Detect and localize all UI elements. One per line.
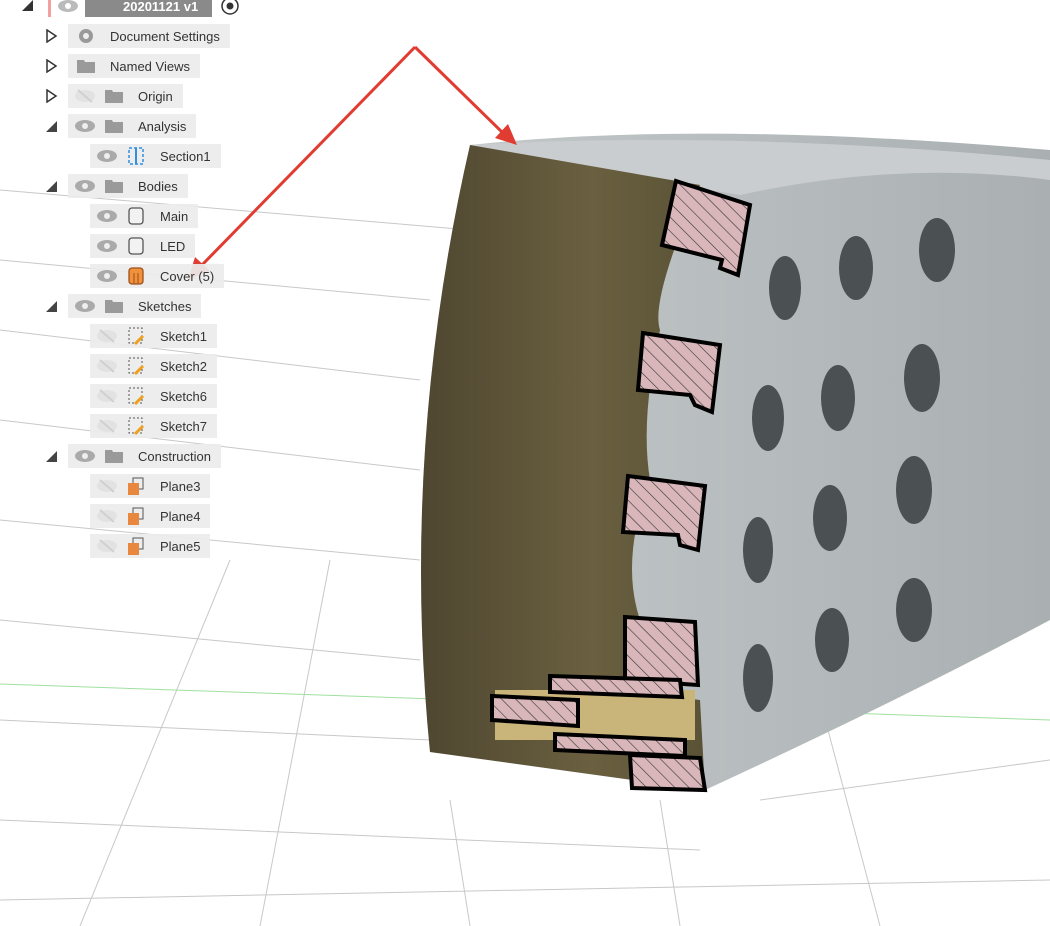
gear-icon [79, 29, 93, 43]
browser-item[interactable]: LED [90, 234, 196, 258]
browser-item-label: Bodies [138, 178, 178, 194]
eye-hidden-icon[interactable] [96, 419, 118, 433]
eye-hidden-icon[interactable] [96, 509, 118, 523]
collapse-triangle-icon[interactable] [44, 179, 58, 193]
browser-item[interactable]: Origin [68, 84, 183, 108]
browser-item-label: Sketch7 [160, 418, 207, 434]
browser-item[interactable]: Sketches [68, 294, 202, 318]
folder-icon [105, 90, 123, 103]
browser-item-label: Analysis [138, 118, 187, 134]
expand-triangle-icon[interactable] [44, 59, 58, 73]
plane-icon [128, 537, 144, 555]
sketch-icon [128, 357, 145, 376]
folder-icon [105, 180, 123, 193]
browser-item-label: Main [160, 208, 189, 224]
browser-item-label: Sketch2 [160, 358, 207, 374]
sketch-icon [128, 327, 145, 346]
browser-item-label: Plane4 [160, 508, 201, 524]
browser-item-label: Plane3 [160, 478, 201, 494]
plane-icon [128, 477, 144, 495]
collapse-triangle-icon[interactable] [44, 119, 58, 133]
body-icon [128, 237, 144, 255]
browser-item[interactable]: Main [90, 204, 199, 228]
model-cover-section[interactable] [421, 133, 1050, 793]
folder-icon [105, 120, 123, 133]
section-icon [128, 147, 144, 165]
folder-icon [105, 300, 123, 313]
collapse-triangle-icon[interactable] [44, 449, 58, 463]
browser-item[interactable]: Plane5 [90, 534, 211, 558]
browser-item-label: Sketches [138, 298, 192, 314]
browser-item[interactable]: Plane4 [90, 504, 211, 528]
browser-item[interactable]: Bodies [68, 174, 188, 198]
browser-item-label: Construction [138, 448, 211, 464]
browser-item-label: Plane5 [160, 538, 201, 554]
eye-hidden-icon[interactable] [96, 389, 118, 403]
plane-icon [128, 507, 144, 525]
root-component-name: 20201121 v1 [85, 0, 213, 17]
eye-icon[interactable] [74, 119, 96, 133]
browser-item[interactable]: Sketch7 [90, 414, 217, 438]
browser-item[interactable]: Document Settings [68, 24, 230, 48]
collapse-triangle-icon[interactable] [44, 299, 58, 313]
eye-hidden-icon[interactable] [96, 479, 118, 493]
eye-hidden-icon[interactable] [74, 89, 96, 103]
eye-hidden-icon[interactable] [96, 539, 118, 553]
expand-triangle-icon[interactable] [44, 89, 58, 103]
browser-item-label: Cover (5) [160, 268, 215, 284]
browser-item-label: Section1 [160, 148, 211, 164]
browser-item-label: Sketch6 [160, 388, 207, 404]
expand-triangle-icon[interactable] [44, 29, 58, 43]
browser-item[interactable]: Cover (5) [90, 264, 225, 288]
body-orange-icon [128, 267, 144, 285]
browser-item[interactable]: Section1 [90, 144, 221, 168]
sketch-icon [128, 387, 145, 406]
body-icon [128, 207, 144, 225]
eye-icon[interactable] [74, 179, 96, 193]
eye-icon[interactable] [96, 269, 118, 283]
browser-item[interactable]: Plane3 [90, 474, 211, 498]
browser-item[interactable]: Sketch1 [90, 324, 217, 348]
browser-item-label: Origin [138, 88, 173, 104]
activate-radio-icon[interactable] [220, 0, 240, 16]
eye-icon[interactable] [96, 239, 118, 253]
browser-item[interactable]: Construction [68, 444, 221, 468]
browser-item[interactable]: Sketch2 [90, 354, 217, 378]
browser-item-label: Document Settings [110, 28, 220, 44]
collapse-triangle-icon[interactable] [20, 0, 34, 12]
eye-icon[interactable] [96, 209, 118, 223]
browser-item-label: Sketch1 [160, 328, 207, 344]
eye-hidden-icon[interactable] [96, 329, 118, 343]
eye-icon[interactable] [57, 0, 79, 13]
browser-root[interactable]: 20201121 v1 [48, 0, 240, 18]
eye-icon[interactable] [74, 449, 96, 463]
eye-hidden-icon[interactable] [96, 359, 118, 373]
browser-item[interactable]: Named Views [68, 54, 200, 78]
browser-item[interactable]: Sketch6 [90, 384, 217, 408]
eye-icon[interactable] [96, 149, 118, 163]
eye-icon[interactable] [74, 299, 96, 313]
folder-icon [77, 60, 95, 73]
browser-item-label: Named Views [110, 58, 190, 74]
sketch-icon [128, 417, 145, 436]
browser-item[interactable]: Analysis [68, 114, 197, 138]
browser-item-label: LED [160, 238, 186, 254]
folder-icon [105, 450, 123, 463]
